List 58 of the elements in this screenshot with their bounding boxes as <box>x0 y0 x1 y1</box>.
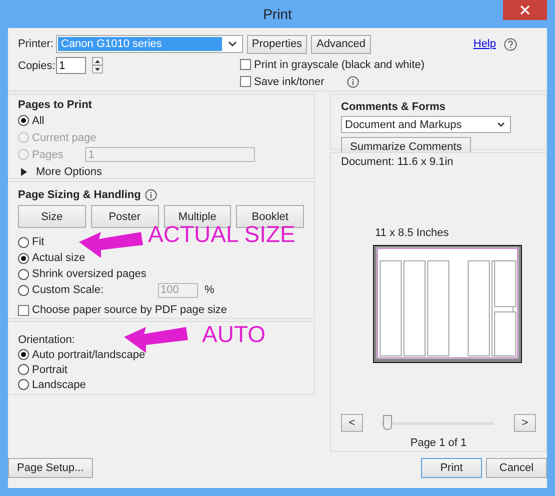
expand-triangle-icon <box>21 168 27 176</box>
info-icon <box>144 188 157 200</box>
checkbox-label: Choose paper source by PDF page size <box>32 304 228 316</box>
radio-label: Actual size <box>32 252 86 264</box>
page-setup-button[interactable]: Page Setup... <box>8 458 93 478</box>
checkbox[interactable] <box>18 304 29 316</box>
print-button[interactable]: Print <box>421 458 482 478</box>
radio-label: Portrait <box>32 364 68 376</box>
previous-page-button[interactable]: < <box>341 414 363 432</box>
unit-label: % <box>204 284 214 296</box>
paper-size: 11 x 8.5 Inches <box>375 227 450 239</box>
section-title: Comments & Forms <box>341 100 446 114</box>
help-icon <box>504 38 517 50</box>
printer-button[interactable]: Advanced <box>311 34 371 54</box>
radio-label: All <box>32 114 44 126</box>
checkbox-label: Print in grayscale (black and white) <box>254 58 425 70</box>
close-icon <box>520 5 530 15</box>
radio-label: Auto portrait/landscape <box>32 348 146 360</box>
radio-label: Custom Scale: <box>32 284 104 296</box>
checkbox[interactable] <box>240 59 251 70</box>
section-title: Orientation: <box>18 332 75 347</box>
close-button[interactable] <box>503 0 547 20</box>
info-icon <box>347 76 360 88</box>
radio-button[interactable] <box>18 379 29 390</box>
page-indicator: Page 1 of 1 <box>409 437 468 449</box>
radio-button[interactable] <box>18 364 29 375</box>
next-page-button[interactable]: > <box>514 414 536 432</box>
radio-button[interactable] <box>18 284 29 296</box>
more-options-toggle[interactable]: More Options <box>36 166 102 178</box>
radio-button[interactable] <box>18 115 29 126</box>
radio-button[interactable] <box>18 349 29 360</box>
chevron-down-icon <box>497 122 505 127</box>
chevron-down-icon <box>228 41 237 47</box>
section-title: Pages to Print <box>18 98 92 112</box>
radio-label: Shrink oversized pages <box>32 268 146 280</box>
cancel-button[interactable]: Cancel <box>486 458 547 478</box>
field-label: Copies: <box>18 60 52 72</box>
radio-label: Fit <box>32 236 44 248</box>
window-title: Print <box>263 6 292 22</box>
field-label: Printer: <box>18 38 52 50</box>
radio-label: Landscape <box>32 378 86 390</box>
radio-label: Pages <box>32 148 64 160</box>
radio-button[interactable] <box>18 236 29 248</box>
document-size: Document: 11.6 x 9.1in <box>341 156 454 168</box>
radio-button[interactable] <box>18 252 29 264</box>
radio-button[interactable] <box>18 268 29 280</box>
checkbox-label: Save ink/toner <box>254 76 324 88</box>
checkbox[interactable] <box>240 76 251 87</box>
radio-label: Current page <box>32 132 96 144</box>
annotation-text: AUTO <box>202 321 266 348</box>
spinner-icon <box>92 57 103 74</box>
comments-dropdown[interactable]: Document and Markups <box>341 116 511 133</box>
help-link[interactable]: Help <box>473 38 496 50</box>
printer-button[interactable]: Properties <box>247 34 307 54</box>
copies-field[interactable]: 1 <box>56 57 86 74</box>
sizing-button[interactable]: Size <box>18 205 86 228</box>
section-title: Page Sizing & Handling <box>18 188 141 200</box>
slider-thumb[interactable] <box>383 414 392 430</box>
